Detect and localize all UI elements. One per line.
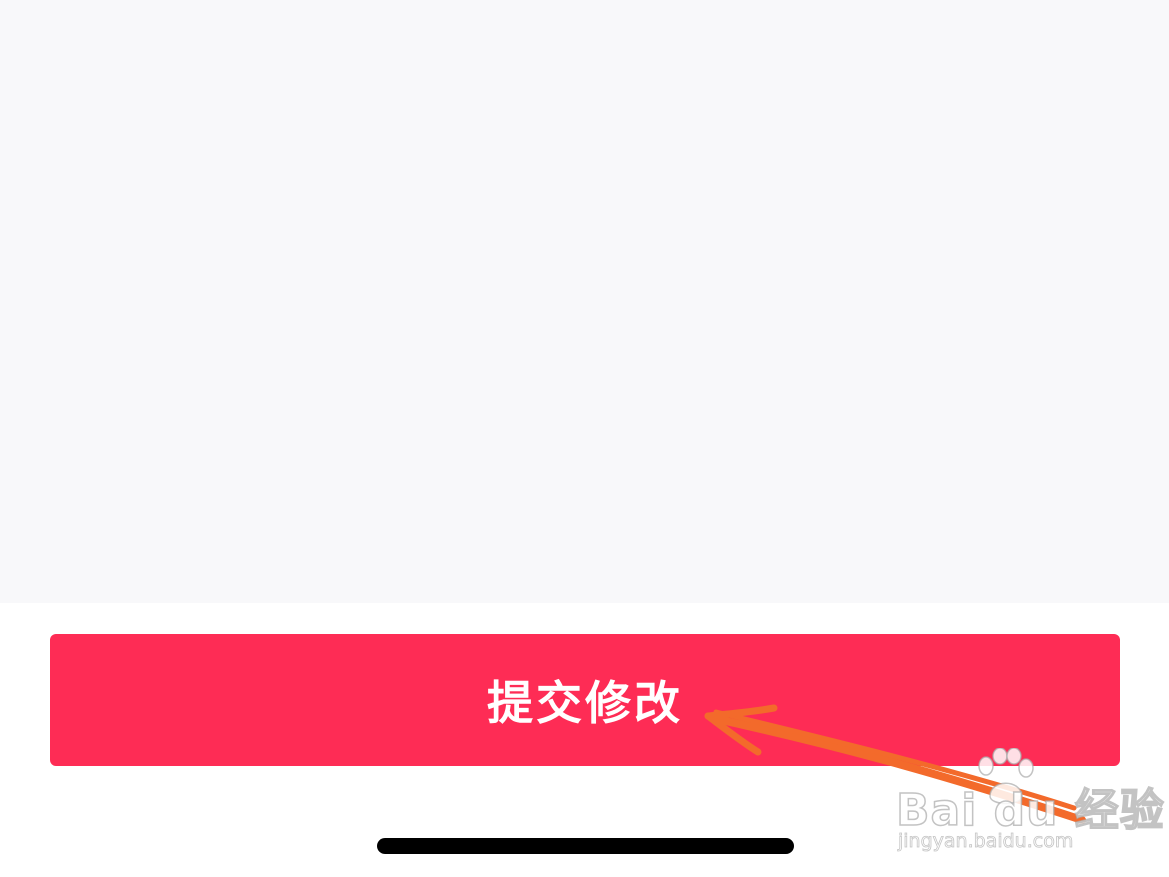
home-indicator[interactable] [377,838,794,854]
content-area [0,0,1169,603]
submit-changes-button[interactable]: 提交修改 [50,634,1120,766]
